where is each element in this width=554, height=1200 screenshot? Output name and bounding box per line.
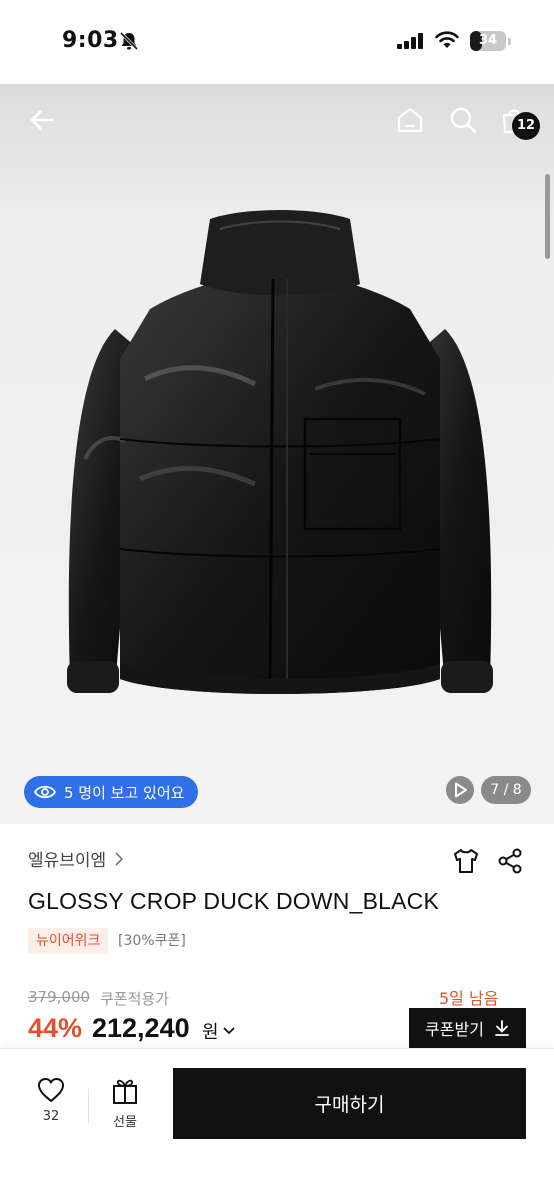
event-tag: 뉴이어위크 xyxy=(28,928,109,954)
search-button[interactable] xyxy=(443,100,483,140)
status-bar: 9:03 34 xyxy=(0,0,554,84)
product-image xyxy=(67,210,493,694)
heart-icon xyxy=(38,1078,64,1102)
back-arrow-icon xyxy=(30,109,54,131)
buy-button[interactable]: 구매하기 xyxy=(173,1068,526,1139)
battery-icon: 34 xyxy=(470,31,506,51)
coupon-applied-label: 쿠폰적용가 xyxy=(100,990,170,1008)
bell-muted-icon xyxy=(119,31,139,51)
viewers-text: 5 명이 보고 있어요 xyxy=(64,783,185,802)
like-count: 32 xyxy=(42,1109,60,1124)
signal-icon xyxy=(397,33,423,49)
gift-label: 선물 xyxy=(113,1115,137,1130)
viewers-badge: 5 명이 보고 있어요 xyxy=(24,776,199,808)
image-page-indicator: 7 / 8 xyxy=(481,776,531,804)
discount-rate: 44% xyxy=(28,1013,83,1043)
coupon-button-label: 쿠폰받기 xyxy=(425,1020,484,1039)
divider xyxy=(88,1089,89,1123)
chevron-right-icon xyxy=(115,851,124,866)
status-time: 9:03 xyxy=(62,28,119,53)
home-button[interactable] xyxy=(390,100,430,140)
currency-label: 원 xyxy=(202,1022,219,1043)
share-icon xyxy=(498,848,522,874)
battery-level: 34 xyxy=(478,33,498,48)
download-icon xyxy=(495,1020,509,1036)
brand-link[interactable]: 엘유브이엠 xyxy=(28,846,124,871)
buy-button-label: 구매하기 xyxy=(314,1094,385,1116)
brand-name: 엘유브이엠 xyxy=(28,851,107,871)
get-coupon-button[interactable]: 쿠폰받기 xyxy=(409,1008,526,1048)
eye-icon xyxy=(34,785,56,799)
product-image-gallery[interactable]: 12 5 명이 보고 있어요 7 / 8 xyxy=(0,84,554,824)
wifi-icon xyxy=(435,31,459,48)
cart-count-badge: 12 xyxy=(512,112,540,140)
back-button[interactable] xyxy=(22,100,62,140)
gift-button[interactable]: 선물 xyxy=(102,1077,148,1137)
chevron-down-icon xyxy=(222,1027,235,1035)
days-left-label: 5일 남음 xyxy=(439,989,499,1008)
size-guide-button[interactable] xyxy=(448,843,484,879)
sale-price: 212,240 xyxy=(92,1013,190,1043)
bottom-action-bar: 32 선물 구매하기 xyxy=(0,1048,554,1200)
price-details-toggle[interactable]: 원 xyxy=(202,1018,235,1044)
gift-icon xyxy=(113,1079,137,1104)
home-icon xyxy=(397,107,423,133)
product-title: GLOSSY CROP DUCK DOWN_BLACK xyxy=(28,888,439,914)
share-button[interactable] xyxy=(492,843,528,879)
original-price: 379,000 xyxy=(28,988,91,1006)
play-icon xyxy=(455,782,467,798)
scroll-indicator xyxy=(545,174,550,259)
tshirt-icon xyxy=(454,849,478,873)
search-icon xyxy=(450,107,477,134)
like-button[interactable]: 32 xyxy=(28,1077,74,1137)
coupon-tag: [30%쿠폰] xyxy=(118,933,186,949)
battery-cap xyxy=(508,38,511,45)
play-video-button[interactable] xyxy=(446,776,474,804)
